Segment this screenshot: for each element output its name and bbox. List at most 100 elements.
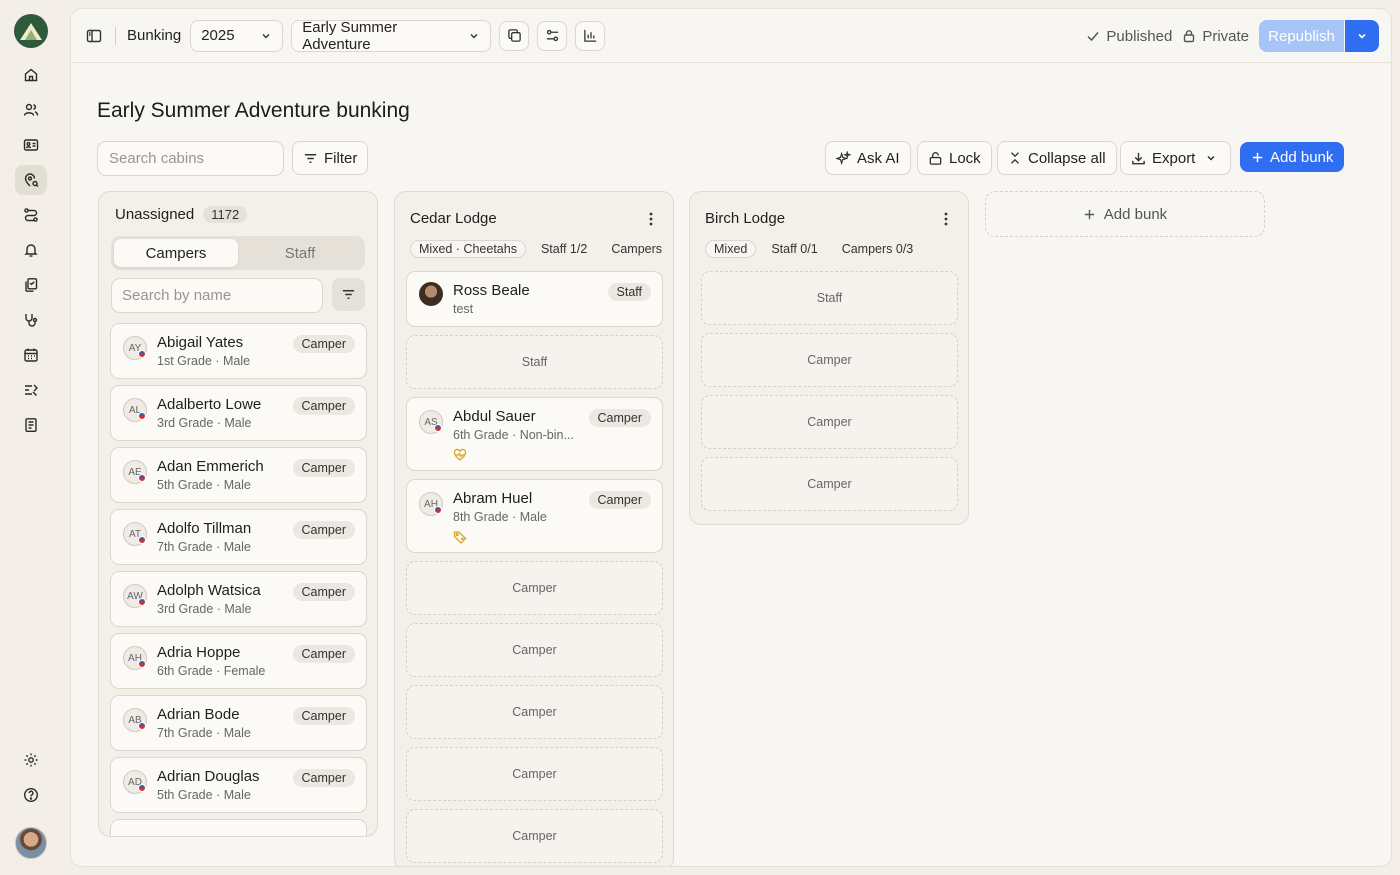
add-bunk-button[interactable]: Add bunk [1240,142,1345,172]
list-filter-button[interactable] [332,278,365,311]
unassigned-list: AY Abigail Yates 1st Grade · Male Camper… [110,323,367,836]
person-card[interactable]: AE Adan Emmerich 5th Grade · Male Camper [110,447,367,503]
staff-capacity-chip: Staff 0/1 [771,242,818,256]
role-badge: Camper [292,335,355,353]
person-card[interactable]: AS Abdul Sauer 6th Grade · Non-bin... Ca… [406,397,663,471]
bell-icon[interactable] [15,235,47,265]
lock-icon [1184,30,1195,43]
add-bunk-column-button[interactable]: Add bunk [985,191,1265,237]
lock-button[interactable]: Lock [917,141,992,175]
left-rail [0,0,62,875]
unassigned-header: Unassigned 1172 [115,206,248,223]
calendar-icon[interactable] [15,340,47,370]
user-avatar[interactable] [15,827,47,859]
chevron-down-icon [470,33,478,38]
filter-label: Filter [324,149,358,167]
session-value: Early Summer Adventure [302,18,398,53]
empty-slot[interactable]: Camper [406,561,663,615]
cabin-group-chip: Mixed · Cheetahs [410,240,526,258]
empty-slot[interactable]: Camper [701,457,958,511]
empty-slot[interactable]: Camper [406,747,663,801]
tab-staff[interactable]: Staff [238,239,362,267]
lock-label: Lock [949,149,981,167]
flag-icon [138,536,146,544]
empty-slot[interactable]: Staff [701,271,958,325]
app-logo[interactable] [14,14,48,48]
medical-tag-icon [453,530,467,544]
republish-button[interactable]: Republish [1259,20,1344,52]
empty-slot[interactable]: Camper [406,623,663,677]
add-bunk-column-label: Add bunk [1103,205,1168,223]
people-icon[interactable] [15,95,47,125]
filter-button[interactable]: Filter [292,141,369,175]
add-bunk-label: Add bunk [1270,148,1334,166]
id-card-icon[interactable] [15,130,47,160]
person-name: Abram Huel [453,490,533,507]
flag-icon [434,424,442,432]
home-icon[interactable] [15,60,47,90]
search-by-name-input[interactable] [111,278,323,313]
person-card[interactable]: AT Adolfo Tillman 7th Grade · Male Campe… [110,509,367,565]
role-badge: Staff [607,283,651,301]
person-card[interactable]: AH Abram Huel 8th Grade · Male Camper [406,479,663,553]
year-value: 2025 [201,27,235,44]
sidebar-toggle-icon[interactable] [83,21,105,51]
publish-controls: Published Private Republish [1086,20,1379,52]
collapse-all-button[interactable]: Collapse all [997,141,1117,175]
person-card[interactable]: AW Adolph Watsica 3rd Grade · Male Campe… [110,571,367,627]
help-icon[interactable] [15,780,47,810]
empty-slot[interactable]: Camper [701,333,958,387]
route-icon[interactable] [15,200,47,230]
staff-capacity-chip: Staff 1/2 [540,242,588,256]
empty-slot[interactable]: Camper [406,809,663,863]
unassigned-column: Unassigned 1172 Campers Staff AY Abigail… [98,191,378,837]
more-options-icon[interactable] [944,212,948,226]
export-dropdown[interactable]: Export [1120,141,1231,175]
person-details: 3rd Grade · Male [157,416,252,430]
search-cabins-input[interactable] [97,141,284,176]
more-options-icon[interactable] [649,212,653,226]
role-badge: Camper [588,491,651,509]
year-select[interactable]: 2025 [190,19,284,52]
empty-slot[interactable]: Camper [406,685,663,739]
cabin-column-cedar-lodge: Cedar Lodge Mixed · Cheetahs Staff 1/2 C… [394,191,674,866]
notebook-icon[interactable] [15,410,47,440]
unlock-icon [929,151,942,165]
person-details: test [453,302,474,316]
flag-icon [138,598,146,606]
person-card[interactable] [110,819,367,836]
check-icon [1087,32,1099,42]
settings-icon[interactable] [15,745,47,775]
republish-options-button[interactable] [1345,20,1379,52]
activities-icon[interactable] [15,375,47,405]
tab-campers[interactable]: Campers [114,239,238,267]
person-card[interactable]: AD Adrian Douglas 5th Grade · Male Campe… [110,757,367,813]
empty-slot[interactable]: Staff [406,335,663,389]
settings-sliders-button[interactable] [537,20,568,51]
person-details: 1st Grade · Male [157,354,251,368]
cabin-chips: Mixed · Cheetahs Staff 1/2 Campers [410,240,671,258]
person-card[interactable]: AH Adria Hoppe 6th Grade · Female Camper [110,633,367,689]
session-select[interactable]: Early Summer Adventure [291,18,492,53]
person-name: Adalberto Lowe [157,396,262,413]
stethoscope-icon[interactable] [15,305,47,335]
copy-button[interactable] [499,20,530,51]
main-panel: Bunking 2025 Early Summer Adventure Publ… [70,8,1392,867]
filter-icon [342,290,355,299]
person-card[interactable]: AL Adalberto Lowe 3rd Grade · Male Campe… [110,385,367,441]
empty-slot[interactable]: Camper [701,395,958,449]
documents-icon[interactable] [15,270,47,300]
bunking-icon[interactable] [15,165,47,195]
person-card[interactable]: AY Abigail Yates 1st Grade · Male Camper [110,323,367,379]
person-card[interactable]: AB Adrian Bode 7th Grade · Male Camper [110,695,367,751]
person-details: 7th Grade · Male [157,726,251,740]
person-details: 5th Grade · Male [157,478,251,492]
flag-icon [434,506,442,514]
person-card[interactable]: Ross Beale test Staff [406,271,663,327]
collapse-all-label: Collapse all [1028,149,1106,167]
chevron-down-icon [1358,33,1366,39]
role-badge: Camper [292,707,355,725]
ask-ai-button[interactable]: Ask AI [825,141,911,175]
stats-button[interactable] [575,20,606,51]
private-status: Private [1182,28,1249,45]
